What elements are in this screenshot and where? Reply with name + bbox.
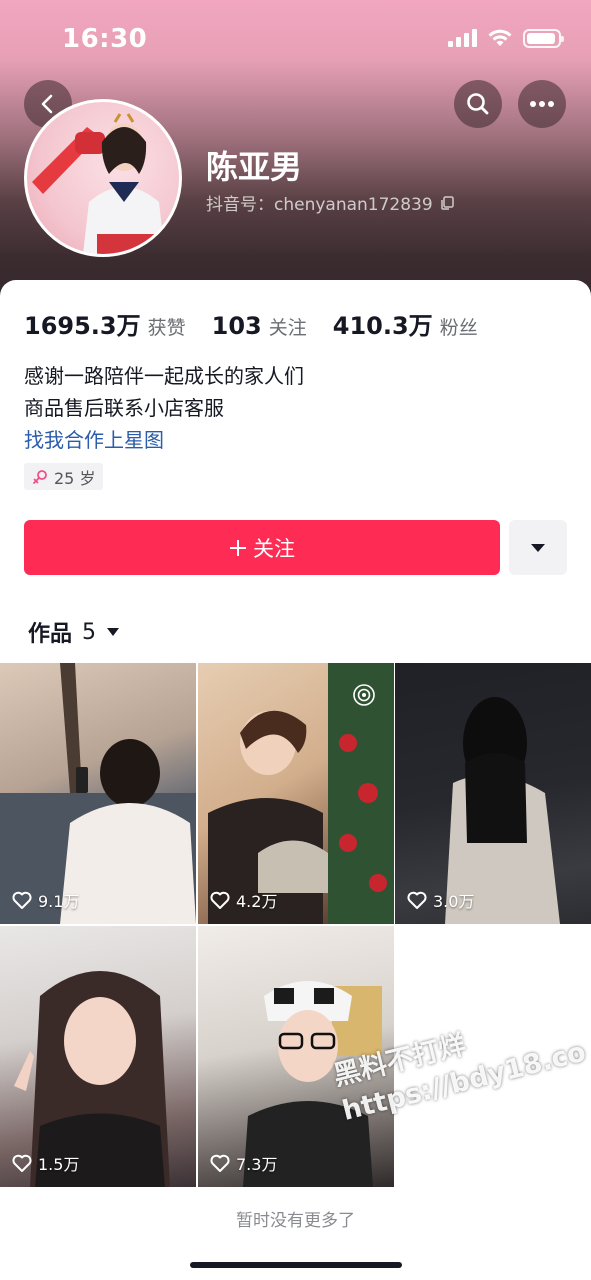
status-bar: 16:30: [0, 0, 591, 78]
tab-works[interactable]: 作品 5: [28, 616, 120, 648]
avatar-image: [32, 113, 165, 254]
bio-link[interactable]: 找我合作上星图: [24, 424, 304, 456]
signal-icon: [448, 29, 477, 47]
douyin-id-text: 抖音号：chenyanan172839: [206, 195, 433, 215]
heart-icon: [210, 1154, 230, 1172]
stat-value: 1695.3万: [24, 312, 141, 340]
video-tile[interactable]: 1.5万: [0, 926, 196, 1187]
video-tile[interactable]: 9.1万: [0, 663, 196, 924]
video-thumbnail: [0, 663, 196, 924]
heart-icon: [12, 1154, 32, 1172]
status-icons: [448, 28, 564, 48]
profile-banner: 16:30 陈亚男 抖音号：chenyanan172839: [0, 0, 591, 310]
profile-card: 1695.3万 获赞 103 关注 410.3万 粉丝 感谢一路陪伴一起成长的家…: [0, 280, 591, 1280]
like-count-text: 9.1万: [38, 892, 80, 911]
status-time: 16:30: [62, 24, 148, 54]
bio-line: 商品售后联系小店客服: [24, 396, 224, 420]
profile-page: 16:30 陈亚男 抖音号：chenyanan172839 1695.3万 获赞…: [0, 0, 591, 1280]
home-indicator[interactable]: [190, 1262, 402, 1268]
copy-icon[interactable]: [439, 195, 455, 211]
age-tag: 25 岁: [24, 463, 104, 490]
stat-label: 获赞: [147, 317, 186, 339]
follow-button[interactable]: 关注: [24, 520, 500, 575]
like-count-text: 4.2万: [236, 892, 278, 911]
caret-down-icon: [107, 628, 120, 636]
stat-label: 关注: [268, 317, 307, 339]
video-thumbnail: [445, 697, 560, 924]
video-tile[interactable]: 3.0万: [395, 663, 591, 924]
battery-icon: [523, 28, 564, 48]
bio-line: 感谢一路陪伴一起成长的家人们: [24, 364, 304, 388]
like-count: 9.1万: [12, 888, 79, 912]
heart-icon: [210, 891, 230, 909]
female-icon: [33, 469, 47, 484]
works-count: 5: [82, 619, 97, 645]
like-count-text: 7.3万: [236, 1155, 278, 1174]
more-button[interactable]: [518, 80, 566, 128]
stat-followers[interactable]: 410.3万 粉丝: [333, 306, 478, 341]
more-icon: [530, 101, 554, 107]
profile-name: 陈亚男: [206, 148, 303, 186]
douyin-id[interactable]: 抖音号：chenyanan172839: [206, 190, 455, 215]
follow-label: 关注: [253, 536, 295, 561]
like-count: 7.3万: [210, 1151, 277, 1175]
bio: 感谢一路陪伴一起成长的家人们 商品售后联系小店客服 找我合作上星图: [24, 360, 304, 456]
caret-down-icon: [531, 543, 545, 552]
heart-icon: [12, 891, 32, 909]
stat-following[interactable]: 103 关注: [212, 312, 307, 340]
stat-likes[interactable]: 1695.3万 获赞: [24, 306, 186, 341]
like-count: 4.2万: [210, 888, 277, 912]
like-count-text: 1.5万: [38, 1155, 80, 1174]
search-button[interactable]: [454, 80, 502, 128]
search-icon: [467, 93, 489, 115]
like-count-text: 3.0万: [433, 892, 475, 911]
plus-icon: [230, 539, 246, 556]
like-count: 3.0万: [407, 888, 474, 912]
heart-icon: [407, 891, 427, 909]
no-more-text: 暂时没有更多了: [236, 1211, 355, 1231]
works-label: 作品: [28, 622, 73, 647]
wifi-icon: [488, 29, 512, 46]
stat-label: 粉丝: [439, 317, 478, 339]
like-count: 1.5万: [12, 1151, 79, 1175]
avatar[interactable]: [24, 99, 182, 257]
live-icon: [353, 684, 375, 706]
video-thumbnail: [14, 971, 170, 1187]
recommend-dropdown-button[interactable]: [509, 520, 567, 575]
stats-row: 1695.3万 获赞 103 关注 410.3万 粉丝: [24, 306, 478, 341]
back-icon: [41, 94, 53, 114]
age-text: 25 岁: [54, 468, 96, 488]
stat-value: 410.3万: [332, 312, 433, 340]
video-tile[interactable]: 4.2万: [198, 663, 394, 924]
stat-value: 103: [211, 312, 262, 340]
